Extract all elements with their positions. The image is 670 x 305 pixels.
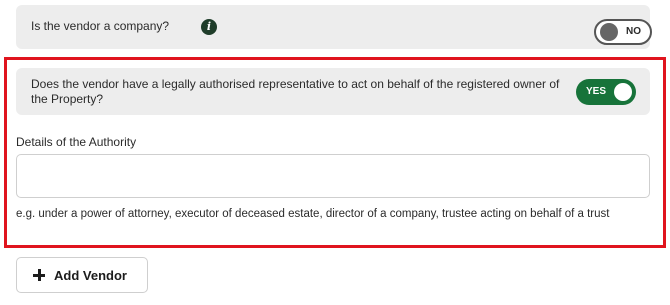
add-vendor-label: Add Vendor: [54, 268, 127, 283]
vendor-company-question-row: Is the vendor a company? i NO: [16, 5, 652, 49]
toggle-label: NO: [626, 26, 641, 37]
add-vendor-button[interactable]: Add Vendor: [16, 257, 148, 293]
authority-field-label: Details of the Authority: [16, 135, 137, 149]
toggle-knob: [614, 83, 632, 101]
authority-details-input[interactable]: [16, 154, 650, 198]
vendor-company-toggle[interactable]: NO: [594, 19, 652, 45]
authority-hint: e.g. under a power of attorney, executor…: [16, 208, 610, 220]
representative-question-row: Does the vendor have a legally authorise…: [16, 68, 650, 115]
toggle-label: YES: [586, 86, 607, 97]
plus-icon: [33, 269, 45, 281]
toggle-knob: [600, 23, 618, 41]
representative-question: Does the vendor have a legally authorise…: [31, 77, 560, 106]
vendor-company-question: Is the vendor a company?: [31, 19, 170, 33]
info-icon[interactable]: i: [201, 19, 217, 35]
representative-toggle[interactable]: YES: [576, 79, 636, 105]
